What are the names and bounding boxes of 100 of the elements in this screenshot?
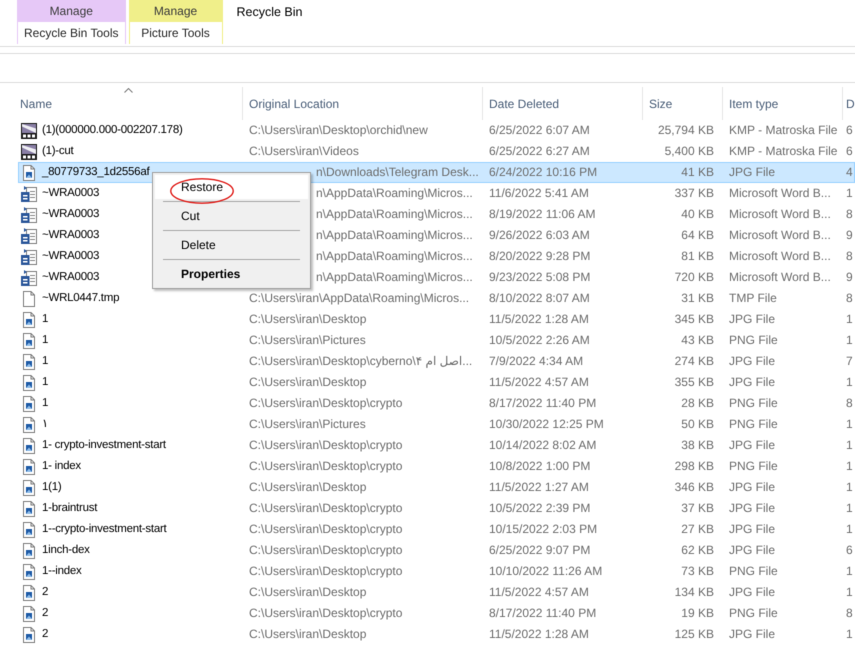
original-location: C:\Users\iran\Desktop\orchid\new: [248, 122, 429, 139]
date-deleted: 11/5/2022 1:28 AM: [488, 311, 590, 328]
column-header[interactable]: Item type: [722, 87, 842, 120]
selected-file-row[interactable]: _80779733_1d2556af n\Downloads\Telegram Desk... 6/24/2022 10:16 PM 41 KB JPG File 4: [18, 162, 855, 183]
contextual-tab[interactable]: Manage: [17, 0, 126, 22]
date-deleted: 9/26/2022 6:03 AM: [488, 227, 591, 244]
date-deleted: 10/15/2022 2:03 PM: [488, 521, 598, 538]
table-cell-text: 8: [845, 395, 854, 412]
file-name: 2: [42, 585, 48, 600]
item-type: KMP - Matroska File: [728, 122, 838, 139]
file-name: 1-braintrust: [42, 501, 98, 516]
table-cell-text: 1: [845, 563, 854, 580]
date-deleted: 6/25/2022 6:27 AM: [488, 143, 591, 160]
menu-item[interactable]: Cut: [155, 204, 308, 228]
contextual-tab[interactable]: Manage: [128, 0, 222, 22]
file-size: 64 KB: [680, 227, 715, 244]
file-name: ~WRA0003: [42, 228, 100, 243]
original-location: n\Downloads\Telegram Desk...: [315, 164, 480, 181]
date-deleted: 8/10/2022 8:07 AM: [488, 290, 591, 307]
file-name: 1- index: [42, 459, 81, 474]
table-cell-text: 1: [845, 416, 854, 433]
item-type: Microsoft Word B...: [728, 248, 832, 265]
item-type: PNG File: [728, 605, 779, 622]
file-name: ۱: [42, 417, 48, 432]
file-size: 50 KB: [680, 416, 715, 433]
tab-group-label: Picture Tools: [128, 22, 222, 44]
table-cell-text: 1: [845, 458, 854, 475]
table-cell-text: 1: [845, 437, 854, 454]
item-type: PNG File: [728, 416, 779, 433]
file-size: 346 KB: [674, 479, 715, 496]
original-location: n\AppData\Roaming\Micros...: [315, 185, 474, 202]
date-deleted: 11/5/2022 1:28 AM: [488, 626, 590, 643]
file-name: 1- crypto-investment-start: [42, 438, 166, 453]
item-type: PNG File: [728, 332, 779, 349]
original-location: C:\Users\iran\Desktop\crypto: [248, 563, 404, 580]
table-cell-text: 8: [845, 206, 854, 223]
table-cell-text: 1: [845, 374, 854, 391]
doc-file-icon: [21, 248, 37, 264]
date-deleted: 7/9/2022 4:34 AM: [488, 353, 584, 370]
blank-file-icon: [23, 290, 35, 306]
image-file-icon: [23, 416, 35, 432]
item-type: JPG File: [728, 311, 776, 328]
image-file-icon: [23, 332, 35, 348]
image-file-icon: [23, 584, 35, 600]
file-size: 19 KB: [680, 605, 715, 622]
table-cell-text: 8: [845, 290, 854, 307]
original-location: C:\Users\iran\Desktop\crypto: [248, 437, 404, 454]
file-name: 1inch-dex: [42, 543, 90, 558]
item-type: Microsoft Word B...: [728, 269, 832, 286]
date-deleted: 10/14/2022 8:02 AM: [488, 437, 598, 454]
menu-item[interactable]: Properties: [155, 262, 308, 286]
item-type: JPG File: [728, 521, 776, 538]
date-deleted: 8/19/2022 11:06 AM: [488, 206, 597, 223]
date-deleted: 10/30/2022 12:25 PM: [488, 416, 605, 433]
original-location: C:\Users\iran\Desktop\crypto: [248, 542, 404, 559]
original-location: C:\Users\iran\Desktop\crypto: [248, 500, 404, 517]
original-location: C:\Users\iran\Desktop\crypto: [248, 395, 404, 412]
date-deleted: 8/20/2022 9:28 PM: [488, 248, 592, 265]
image-file-icon: [23, 542, 35, 558]
column-header[interactable]: Date Deleted: [482, 87, 642, 120]
file-size: 25,794 KB: [656, 122, 715, 139]
doc-file-icon: [21, 206, 37, 222]
file-size: 345 KB: [674, 311, 715, 328]
date-deleted: 6/24/2022 10:16 PM: [488, 164, 598, 181]
file-name: ~WRL0447.tmp: [42, 291, 120, 306]
doc-file-icon: [21, 186, 37, 202]
table-cell-text: 6: [845, 143, 854, 160]
file-name: 1: [42, 312, 48, 327]
doc-file-icon: [21, 270, 37, 286]
file-size: 62 KB: [680, 542, 715, 559]
date-deleted: 10/5/2022 2:39 PM: [488, 500, 592, 517]
menu-item[interactable]: Restore: [155, 175, 308, 199]
column-header[interactable]: Name: [18, 87, 242, 120]
item-type: JPG File: [728, 584, 776, 601]
file-name: 1: [42, 333, 48, 348]
original-location: C:\Users\iran\Pictures: [248, 332, 367, 349]
column-header[interactable]: Original Location: [242, 87, 482, 120]
table-cell-text: 1: [845, 185, 854, 202]
original-location: C:\Users\iran\AppData\Roaming\Micros...: [248, 290, 470, 307]
item-type: JPG File: [728, 626, 776, 643]
item-type: KMP - Matroska File: [728, 143, 838, 160]
table-cell-text: 1: [845, 332, 854, 349]
image-file-icon: [23, 164, 35, 180]
menu-item[interactable]: Delete: [155, 233, 308, 257]
column-header[interactable]: D: [842, 87, 855, 120]
table-cell-text: 7: [845, 353, 854, 370]
file-name: 1--index: [42, 564, 82, 579]
file-size: 37 KB: [680, 500, 715, 517]
item-type: Microsoft Word B...: [728, 206, 832, 223]
file-size: 355 KB: [674, 374, 715, 391]
date-deleted: 10/10/2022 11:26 AM: [488, 563, 604, 580]
image-file-icon: [23, 354, 35, 370]
original-location: n\AppData\Roaming\Micros...: [315, 206, 474, 223]
file-size: 40 KB: [680, 206, 715, 223]
file-name: (1)-cut: [42, 144, 74, 159]
item-type: JPG File: [728, 374, 776, 391]
column-header[interactable]: Size: [642, 87, 722, 120]
file-size: 43 KB: [680, 332, 715, 349]
file-name: ~WRA0003: [42, 186, 100, 201]
item-type: JPG File: [728, 437, 776, 454]
